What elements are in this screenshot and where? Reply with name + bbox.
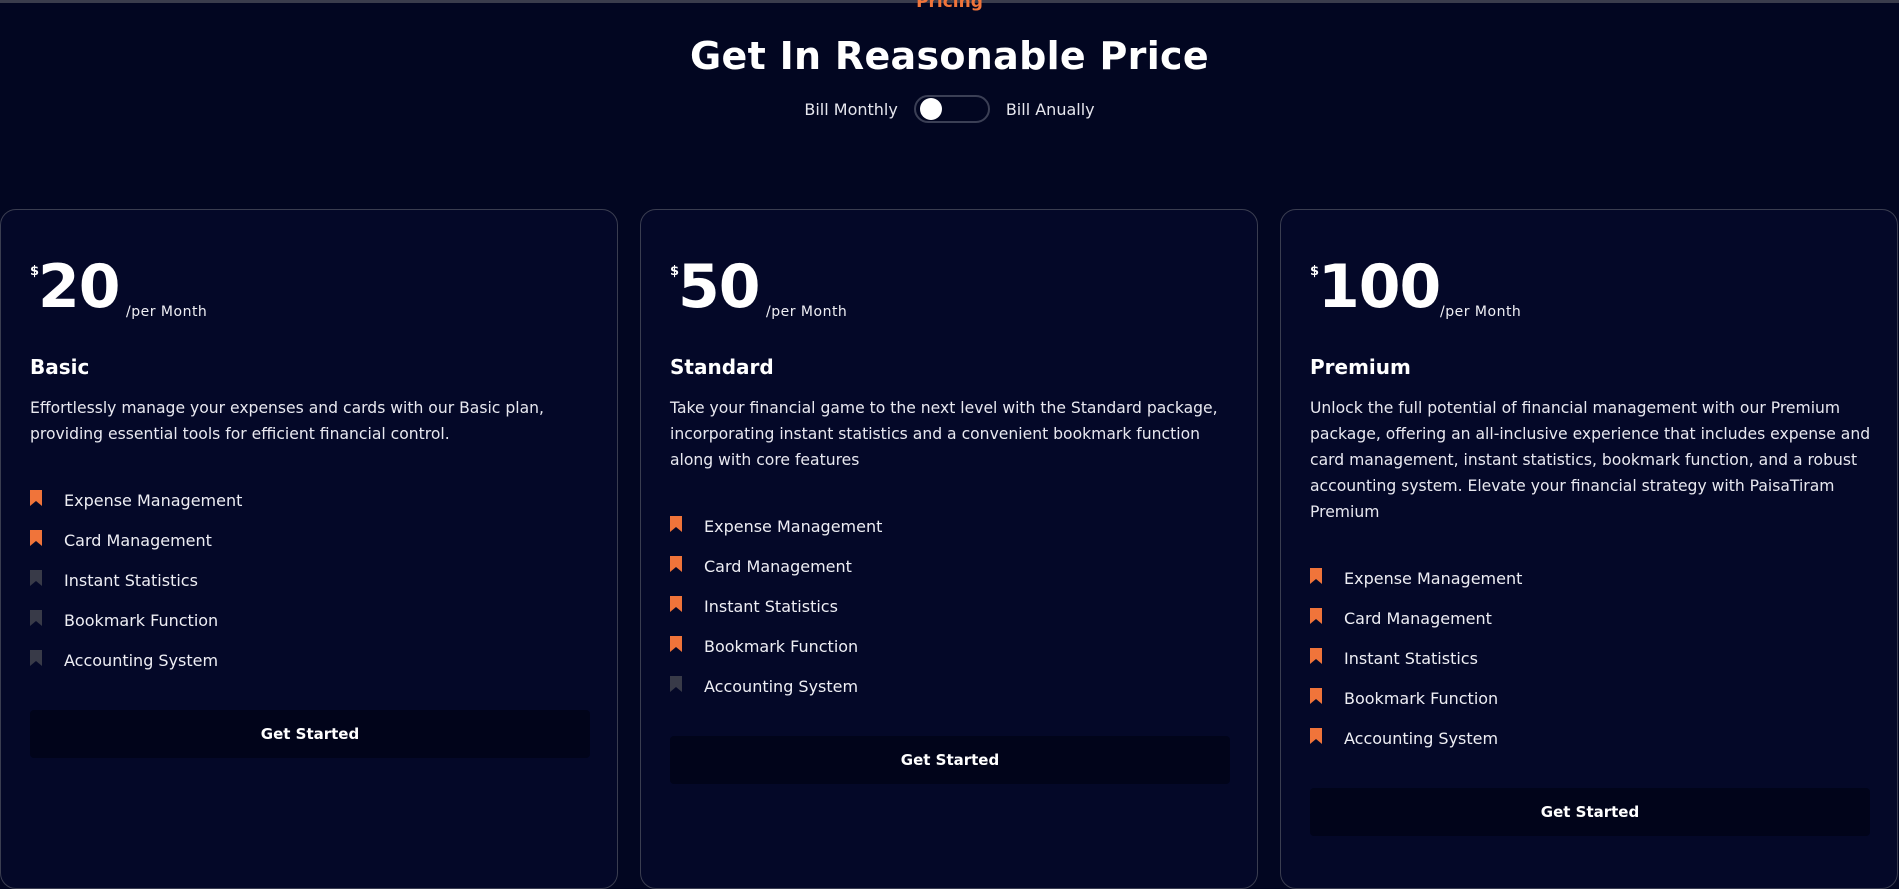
toggle-knob: [919, 98, 942, 120]
bookmark-icon: [670, 596, 682, 612]
bookmark-icon: [670, 636, 682, 652]
get-started-button[interactable]: Get Started: [1310, 788, 1870, 836]
bookmark-icon: [1310, 568, 1322, 584]
bookmark-icon: [30, 650, 42, 666]
feature-item: Expense Management: [670, 506, 882, 546]
feature-label: Accounting System: [704, 676, 859, 696]
feature-item: Accounting System: [30, 640, 242, 680]
feature-list: Expense Management Card Management Instant…: [30, 480, 242, 680]
bookmark-icon: [1310, 728, 1322, 744]
feature-label: Accounting System: [1344, 728, 1499, 748]
bill-annually-label[interactable]: Bill Anually: [1006, 100, 1095, 119]
feature-label: Expense Management: [64, 490, 243, 510]
price-period: /per Month: [766, 304, 848, 320]
billing-toggle[interactable]: [913, 95, 990, 123]
bookmark-icon: [30, 530, 42, 546]
pricing-card-basic: $ 20 /per Month Basic Effortlessly manag…: [0, 209, 618, 889]
price-period: /per Month: [1440, 304, 1522, 320]
plan-description: Take your financial game to the next lev…: [670, 399, 1218, 469]
feature-label: Card Management: [704, 556, 852, 576]
bookmark-icon: [670, 516, 682, 532]
price-amount: 50: [678, 252, 760, 322]
feature-label: Instant Statistics: [1344, 648, 1478, 668]
feature-label: Instant Statistics: [64, 570, 198, 590]
feature-item: Card Management: [670, 546, 882, 586]
plan-description: Unlock the full potential of financial m…: [1310, 399, 1871, 521]
feature-label: Accounting System: [64, 650, 219, 670]
feature-label: Bookmark Function: [704, 636, 859, 656]
bookmark-icon: [1310, 688, 1322, 704]
bill-monthly-label[interactable]: Bill Monthly: [804, 100, 897, 119]
bookmark-icon: [30, 570, 42, 586]
plan-name: Premium: [1310, 355, 1411, 379]
plan-name: Basic: [30, 355, 90, 379]
feature-item: Instant Statistics: [670, 586, 882, 626]
feature-item: Instant Statistics: [1310, 638, 1522, 678]
feature-item: Card Management: [1310, 598, 1522, 638]
price-period: /per Month: [126, 304, 208, 320]
page-title: Get In Reasonable Price: [690, 34, 1209, 78]
price-amount: 100: [1318, 252, 1441, 322]
feature-item: Accounting System: [670, 666, 882, 706]
feature-label: Expense Management: [1344, 568, 1523, 588]
pricing-card-standard: $ 50 /per Month Standard Take your finan…: [640, 209, 1258, 889]
feature-label: Bookmark Function: [64, 610, 219, 630]
feature-label: Bookmark Function: [1344, 688, 1499, 708]
feature-item: Instant Statistics: [30, 560, 242, 600]
bookmark-icon: [1310, 648, 1322, 664]
bookmark-icon: [1310, 608, 1322, 624]
price-amount: 20: [38, 252, 120, 322]
plan-description: Effortlessly manage your expenses and ca…: [30, 399, 544, 443]
feature-list: Expense Management Card Management Instant…: [670, 506, 882, 706]
feature-item: Card Management: [30, 520, 242, 560]
feature-item: Bookmark Function: [1310, 678, 1522, 718]
pricing-card-premium: $ 100 /per Month Premium Unlock the full…: [1280, 209, 1898, 889]
bookmark-icon: [670, 676, 682, 692]
feature-label: Card Management: [1344, 608, 1492, 628]
bookmark-icon: [30, 490, 42, 506]
feature-item: Accounting System: [1310, 718, 1522, 758]
plan-name: Standard: [670, 355, 774, 379]
feature-item: Expense Management: [1310, 558, 1522, 598]
billing-switch: Bill Monthly Bill Anually: [0, 95, 1899, 123]
bookmark-icon: [30, 610, 42, 626]
get-started-button[interactable]: Get Started: [670, 736, 1230, 784]
feature-label: Expense Management: [704, 516, 883, 536]
feature-list: Expense Management Card Management Instant…: [1310, 558, 1522, 758]
get-started-button[interactable]: Get Started: [30, 710, 590, 758]
feature-item: Expense Management: [30, 480, 242, 520]
feature-item: Bookmark Function: [670, 626, 882, 666]
feature-label: Instant Statistics: [704, 596, 838, 616]
feature-item: Bookmark Function: [30, 600, 242, 640]
bookmark-icon: [670, 556, 682, 572]
section-eyebrow: Pricing: [916, 0, 983, 12]
feature-label: Card Management: [64, 530, 212, 550]
